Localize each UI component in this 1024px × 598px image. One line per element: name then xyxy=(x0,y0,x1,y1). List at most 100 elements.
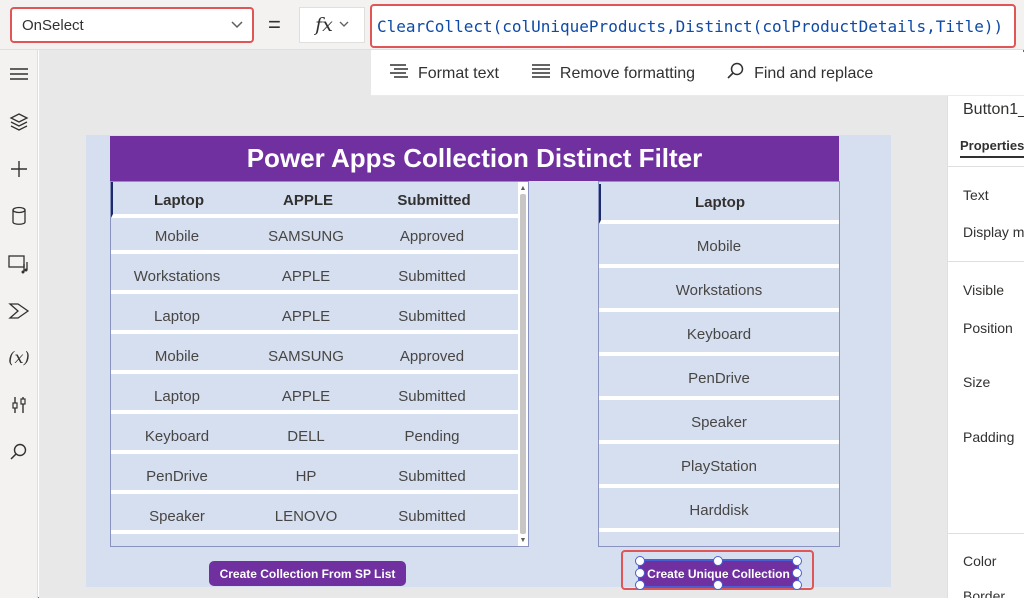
cell-brand: DELL xyxy=(287,427,325,445)
find-replace-button[interactable]: Find and replace xyxy=(727,62,873,85)
resize-handle[interactable] xyxy=(792,556,802,566)
resize-handle[interactable] xyxy=(713,556,723,566)
cell-brand: APPLE xyxy=(281,307,331,325)
gallery-scrollbar[interactable]: ▲ ▼ xyxy=(518,182,528,546)
cell-status: Submitted xyxy=(398,307,466,325)
cell-status: Submitted xyxy=(398,467,466,485)
remove-formatting-label: Remove formatting xyxy=(559,64,696,82)
divider xyxy=(948,533,1024,534)
divider xyxy=(948,166,1024,167)
hamburger-icon[interactable] xyxy=(7,62,31,86)
cell-brand: APPLE xyxy=(281,387,331,405)
prop-label-padding: Padding xyxy=(963,429,1015,445)
cell-status: Submitted xyxy=(398,507,466,525)
gallery-row[interactable]: Workstations APPLE Submitted xyxy=(111,258,519,294)
gallery-row[interactable]: Mobile SAMSUNG Approved xyxy=(111,338,519,374)
prop-label-position: Position xyxy=(963,320,1013,336)
formula-bar: OnSelect = fx ClearCollect(colUniqueProd… xyxy=(0,0,1024,50)
resize-handle[interactable] xyxy=(635,580,645,590)
properties-panel: Button1_ Properties Text Display m Visib… xyxy=(947,96,1024,598)
cell-brand: LENOVO xyxy=(274,507,338,525)
cell-status: Submitted xyxy=(397,191,471,209)
prop-label-text: Text xyxy=(963,187,989,203)
gallery-row[interactable]: Speaker LENOVO Submitted xyxy=(111,498,519,534)
cell-brand: HP xyxy=(295,467,317,485)
prop-label-color: Color xyxy=(963,553,997,569)
variables-icon[interactable]: (x) xyxy=(7,345,31,369)
control-name: Button1_ xyxy=(963,101,1024,118)
gallery-row[interactable]: Harddisk xyxy=(599,492,839,532)
media-icon[interactable] xyxy=(7,252,31,276)
resize-handle[interactable] xyxy=(635,556,645,566)
property-dropdown[interactable]: OnSelect xyxy=(10,7,254,43)
cell-title: Workstations xyxy=(133,267,221,285)
cell-title: Mobile xyxy=(154,227,200,245)
cell-title: Laptop xyxy=(154,387,200,405)
gallery-row[interactable]: PlayStation xyxy=(599,448,839,488)
gallery-row[interactable]: Laptop APPLE Submitted xyxy=(111,182,519,218)
cell-title: Keyboard xyxy=(144,427,210,445)
gallery-row[interactable]: Mobile SAMSUNG Approved xyxy=(111,218,519,254)
cell-brand: APPLE xyxy=(282,191,333,209)
remove-formatting-button[interactable]: Remove formatting xyxy=(531,63,695,84)
fx-button[interactable]: fx xyxy=(299,7,365,43)
format-text-label: Format text xyxy=(418,64,499,82)
format-toolbar: Format text Remove formatting Find and r… xyxy=(371,52,1024,96)
tab-properties[interactable]: Properties xyxy=(960,138,1024,153)
resize-handle[interactable] xyxy=(635,568,645,578)
left-rail: (x) xyxy=(0,50,38,598)
cell-status: Submitted xyxy=(398,387,466,405)
equals-sign: = xyxy=(268,12,281,37)
tools-icon[interactable] xyxy=(7,393,31,417)
unique-products-gallery[interactable]: Laptop Mobile Workstations Keyboard PenD… xyxy=(598,181,840,547)
plus-icon[interactable] xyxy=(7,157,31,181)
resize-handle[interactable] xyxy=(792,580,802,590)
scroll-up-arrow-icon[interactable]: ▲ xyxy=(518,183,528,193)
cell-status: Pending xyxy=(404,427,460,445)
cell-brand: APPLE xyxy=(281,267,331,285)
layers-icon[interactable] xyxy=(7,110,31,134)
power-automate-icon[interactable] xyxy=(7,299,31,323)
product-details-gallery[interactable]: Laptop APPLE Submitted Mobile SAMSUNG Ap… xyxy=(110,181,529,547)
scroll-down-arrow-icon[interactable]: ▼ xyxy=(518,535,528,545)
formula-input[interactable]: ClearCollect(colUniqueProducts,Distinct(… xyxy=(370,4,1016,48)
find-replace-label: Find and replace xyxy=(754,64,874,82)
cell-status: Approved xyxy=(399,347,465,365)
divider xyxy=(948,261,1024,262)
cell-title: Laptop xyxy=(154,307,200,325)
resize-handle[interactable] xyxy=(792,568,802,578)
gallery-row[interactable]: Laptop APPLE Submitted xyxy=(111,378,519,414)
tab-underline xyxy=(960,156,1024,158)
gallery-row[interactable]: Laptop APPLE Submitted xyxy=(111,298,519,334)
create-collection-button[interactable]: Create Collection From SP List xyxy=(209,561,406,586)
scroll-thumb[interactable] xyxy=(520,194,526,534)
gallery-row[interactable]: PenDrive HP Submitted xyxy=(111,458,519,494)
format-text-icon xyxy=(389,63,409,84)
gallery-row[interactable]: Keyboard xyxy=(599,316,839,356)
prop-label-size: Size xyxy=(963,374,991,390)
format-text-button[interactable]: Format text xyxy=(389,63,499,84)
cell-title: PenDrive xyxy=(146,467,208,485)
gallery-row[interactable]: Laptop xyxy=(599,184,839,224)
gallery-row[interactable]: Mobile xyxy=(599,228,839,268)
gallery-row[interactable]: PenDrive xyxy=(599,360,839,400)
chevron-down-icon xyxy=(230,17,244,34)
fx-icon: fx xyxy=(315,14,333,36)
database-icon[interactable] xyxy=(7,204,31,228)
search-icon[interactable] xyxy=(7,440,31,464)
gallery-row[interactable]: Workstations xyxy=(599,272,839,312)
search-icon xyxy=(727,62,745,85)
resize-handle[interactable] xyxy=(713,580,723,590)
gallery-row[interactable]: Speaker xyxy=(599,404,839,444)
cell-status: Approved xyxy=(399,227,465,245)
prop-label-visible: Visible xyxy=(963,282,1004,298)
cell-title: Speaker xyxy=(149,507,205,525)
remove-formatting-icon xyxy=(531,63,551,84)
formula-text: ClearCollect(colUniqueProducts,Distinct(… xyxy=(377,16,1004,36)
cell-title: Mobile xyxy=(154,347,200,365)
prop-label-border: Border xyxy=(963,588,1006,598)
cell-status: Submitted xyxy=(398,267,466,285)
gallery-row[interactable]: Keyboard DELL Pending xyxy=(111,418,519,454)
app-title: Power Apps Collection Distinct Filter xyxy=(110,136,839,181)
chevron-down-icon xyxy=(339,18,349,32)
